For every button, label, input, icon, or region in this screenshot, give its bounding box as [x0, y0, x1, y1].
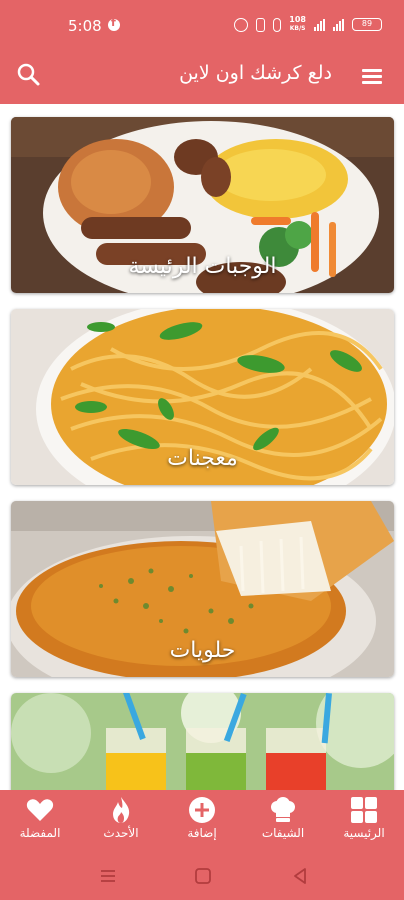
system-navigation-bar: [0, 852, 404, 900]
flame-icon: [113, 797, 130, 823]
nav-item-favorites[interactable]: المفضلة: [0, 790, 80, 852]
chef-hat-icon: [271, 797, 295, 822]
bluetooth-icon: [273, 17, 282, 32]
search-button[interactable]: [16, 62, 42, 88]
bottom-navigation: الرئيسية الشيفات إضافة الأحدث المفضلة: [0, 790, 404, 852]
nav-label-chefs: الشيفات: [261, 826, 305, 840]
facebook-notification-icon: [108, 16, 120, 31]
signal-icon-2: [333, 18, 344, 31]
nav-label-latest: الأحدث: [103, 826, 139, 840]
status-time: 5:08: [68, 17, 102, 35]
category-card-drinks[interactable]: [11, 693, 394, 790]
nav-item-latest[interactable]: الأحدث: [81, 790, 161, 852]
search-icon: [17, 63, 40, 86]
category-feed[interactable]: الوجبات الرئيسة معجنات حلويات: [0, 104, 404, 790]
signal-icon: [314, 18, 325, 31]
hamburger-icon-line-2: [362, 75, 382, 78]
vibrate-icon: [256, 17, 266, 32]
category-card-desserts[interactable]: حلويات: [11, 501, 394, 677]
network-speed-unit: KB/S: [289, 25, 306, 32]
app-title: دلع كرشك اون لاين: [179, 62, 332, 84]
status-icons: 108 KB/S 89: [234, 16, 382, 33]
category-label: حلويات: [169, 638, 236, 663]
back-icon[interactable]: [290, 866, 310, 886]
category-label: معجنات: [167, 446, 238, 471]
recent-apps-icon[interactable]: [98, 866, 118, 886]
hamburger-icon-line-3: [362, 81, 382, 84]
app-bar: دلع كرشك اون لاين: [0, 52, 404, 104]
nav-label-home: الرئيسية: [343, 826, 385, 840]
network-speed: 108 KB/S: [289, 16, 306, 33]
drinks-image: [11, 693, 394, 790]
battery-level: 89: [361, 19, 373, 28]
category-label: الوجبات الرئيسة: [128, 254, 277, 279]
nav-item-chefs[interactable]: الشيفات: [243, 790, 323, 852]
home-icon[interactable]: [193, 866, 213, 886]
menu-button[interactable]: [360, 64, 384, 88]
alarm-icon: [234, 17, 249, 32]
nav-item-add[interactable]: إضافة: [162, 790, 242, 852]
nav-label-add: إضافة: [187, 826, 217, 840]
heart-icon: [26, 799, 54, 821]
status-bar: 5:08 108 KB/S 89: [0, 0, 404, 52]
hamburger-icon-line-1: [362, 69, 382, 72]
add-circle-icon: [189, 797, 215, 823]
nav-item-home[interactable]: الرئيسية: [324, 790, 404, 852]
network-speed-value: 108: [289, 15, 306, 24]
grid-icon: [351, 797, 377, 823]
category-card-main-dishes[interactable]: الوجبات الرئيسة: [11, 117, 394, 293]
category-card-pasta[interactable]: معجنات: [11, 309, 394, 485]
nav-label-favorites: المفضلة: [19, 826, 61, 840]
battery-icon: 89: [352, 18, 382, 31]
